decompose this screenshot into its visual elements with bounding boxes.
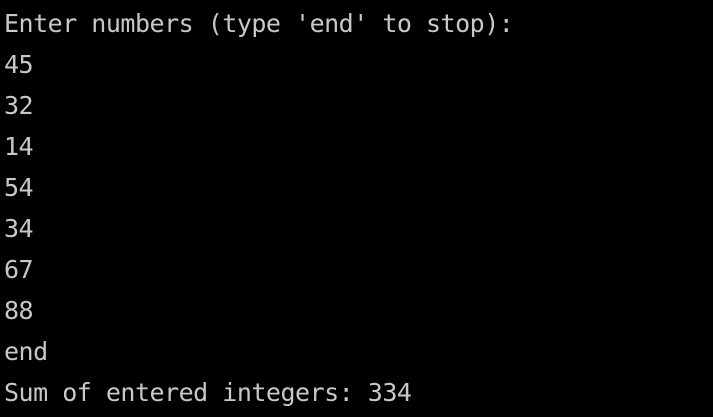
prompt-line: Enter numbers (type 'end' to stop): — [4, 9, 514, 38]
input-line: 54 — [4, 173, 34, 202]
terminal-window[interactable]: Enter numbers (type 'end' to stop): 45 3… — [0, 0, 713, 417]
input-line: 34 — [4, 214, 34, 243]
input-line: 32 — [4, 91, 34, 120]
input-line: end — [4, 337, 48, 366]
input-line: 45 — [4, 50, 34, 79]
result-line: Sum of entered integers: 334 — [4, 378, 412, 407]
input-line: 88 — [4, 296, 34, 325]
input-line: 14 — [4, 132, 34, 161]
input-line: 67 — [4, 255, 34, 284]
